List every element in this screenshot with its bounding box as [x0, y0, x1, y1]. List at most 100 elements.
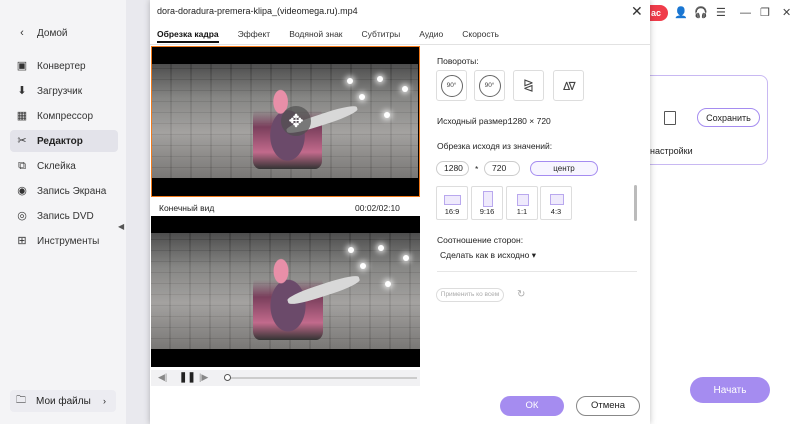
- minimize-icon[interactable]: —: [740, 6, 751, 20]
- crop-values-label: Обрезка исходя из значений:: [437, 141, 553, 151]
- move-crop-icon[interactable]: ✥: [281, 106, 311, 136]
- app-titlebar: ас 👤 🎧 ☰ — ❐ ✕: [650, 0, 800, 26]
- sidebar-item-8[interactable]: ⊞ Инструменты: [10, 230, 118, 252]
- source-size-value: 1280 × 720: [508, 116, 551, 126]
- toolbox-icon: ⊞: [17, 234, 27, 247]
- crop-height-field[interactable]: 720: [484, 161, 520, 176]
- rotate-cw-button[interactable]: 90°: [436, 70, 467, 101]
- next-frame-icon[interactable]: |▶: [199, 372, 208, 383]
- menu-icon[interactable]: ☰: [716, 6, 726, 20]
- playback-controls: ◀| ❚❚ |▶: [151, 370, 420, 386]
- ratio-label: 4:3: [550, 207, 562, 216]
- app-close-icon[interactable]: ✕: [782, 6, 791, 20]
- dialog-close-icon[interactable]: ✕: [631, 3, 643, 20]
- source-size-label: Исходный размер:: [437, 116, 510, 126]
- back-arrow-icon: ‹: [20, 26, 24, 39]
- ratio-label: 16:9: [444, 207, 460, 216]
- collapse-sidebar-icon[interactable]: ◀: [118, 219, 126, 235]
- scissors-icon: ✂: [17, 134, 27, 147]
- crop-separator: *: [475, 164, 479, 174]
- tab-6[interactable]: Скорость: [462, 26, 499, 43]
- background-app-area: [650, 0, 800, 424]
- sidebar-item-label: Конвертер: [37, 60, 86, 72]
- crop-width-field[interactable]: 1280: [436, 161, 469, 176]
- my-files-button[interactable]: 🗀 Мои файлы ›: [10, 390, 116, 412]
- ratio-9-16-button[interactable]: 9:16: [471, 186, 503, 220]
- apply-to-all-button[interactable]: Применить ко всем: [436, 288, 504, 302]
- aspect-ratio-value: Сделать как в исходно: [440, 250, 530, 260]
- sidebar-item-label: Запись Экрана: [37, 185, 107, 197]
- editor-dialog: dora-doradura-premera-klipa_(videomega.r…: [150, 0, 650, 424]
- seek-handle[interactable]: [224, 374, 231, 381]
- document-settings-icon[interactable]: [664, 111, 676, 125]
- converter-icon: ▣: [16, 59, 28, 72]
- sidebar-home[interactable]: ‹ Домой: [10, 22, 118, 44]
- settings-label[interactable]: настройки: [650, 146, 693, 156]
- tab-5[interactable]: Аудио: [419, 26, 443, 43]
- ok-button[interactable]: ОК: [500, 396, 564, 416]
- sidebar-item-label: Запись DVD: [37, 210, 94, 222]
- ratio-16-9-button[interactable]: 16:9: [436, 186, 468, 220]
- aspect-ratio-label: Соотношение сторон:: [437, 235, 524, 245]
- reset-icon[interactable]: ↻: [517, 289, 525, 300]
- user-icon[interactable]: 👤: [674, 6, 688, 20]
- tab-1[interactable]: Обрезка кадра: [157, 26, 219, 43]
- sidebar-item-label: Загрузчик: [37, 85, 83, 97]
- editor-tabs: Обрезка кадра Эффект Водяной знак Субтитры А…: [150, 26, 650, 44]
- sidebar-item-2[interactable]: ⬇ Загрузчик: [10, 80, 118, 102]
- video-frame-result: [151, 233, 420, 349]
- final-view-label: Конечный вид: [159, 203, 215, 213]
- screen-record-icon: ◉: [17, 184, 27, 197]
- promo-badge[interactable]: ас: [650, 5, 668, 21]
- ratio-label: 9:16: [479, 207, 495, 216]
- merge-icon: ⧉: [18, 159, 26, 172]
- sidebar-item-4[interactable]: ✂ Редактор: [10, 130, 118, 152]
- ratio-label: 1:1: [516, 207, 528, 216]
- seek-bar[interactable]: [225, 377, 417, 379]
- pause-icon[interactable]: ❚❚: [179, 372, 196, 383]
- my-files-label: Мои файлы: [36, 395, 91, 407]
- tab-3[interactable]: Водяной знак: [289, 26, 342, 43]
- ratio-1-1-button[interactable]: 1:1: [506, 186, 538, 220]
- flip-vertical-icon: ⧎: [562, 80, 578, 91]
- sidebar-item-3[interactable]: ▦ Компрессор: [10, 105, 118, 127]
- sidebar-item-6[interactable]: ◉ Запись Экрана: [10, 180, 118, 202]
- time-display: 00:02/02:10: [355, 203, 400, 213]
- rotate-ccw-button[interactable]: 90°: [474, 70, 505, 101]
- rotation-label: Повороты:: [437, 56, 479, 66]
- dialog-title: dora-doradura-premera-klipa_(videomega.r…: [157, 6, 358, 16]
- aspect-ratio-select[interactable]: Сделать как в исходно ▾: [440, 250, 536, 261]
- save-button[interactable]: Сохранить: [697, 108, 760, 127]
- previous-frame-icon[interactable]: ◀|: [158, 372, 167, 383]
- flip-horizontal-button[interactable]: ⧎: [513, 70, 544, 101]
- sidebar-item-label: Инструменты: [37, 235, 100, 247]
- rotate-ccw-icon: 90°: [478, 74, 501, 97]
- disc-icon: ◎: [17, 209, 27, 222]
- compress-icon: ▦: [16, 109, 28, 122]
- sidebar-item-5[interactable]: ⧉ Склейка: [10, 155, 118, 177]
- center-button[interactable]: центр: [530, 161, 598, 176]
- folder-icon: 🗀: [16, 394, 26, 406]
- sidebar-home-label: Домой: [37, 27, 68, 39]
- sidebar-item-7[interactable]: ◎ Запись DVD: [10, 205, 118, 227]
- tab-4[interactable]: Субтитры: [362, 26, 401, 43]
- sidebar-item-label: Редактор: [37, 135, 83, 147]
- chevron-right-icon: ›: [103, 396, 106, 406]
- cancel-button[interactable]: Отмена: [576, 396, 640, 416]
- result-preview: [151, 216, 420, 367]
- start-button[interactable]: Начать: [690, 377, 770, 403]
- sidebar-item-1[interactable]: ▣ Конвертер: [10, 55, 118, 77]
- sidebar: ‹ Домой 🗀 Мои файлы › ◀ ▣ Конвертер ⬇ Загру…: [0, 0, 126, 424]
- tabs-divider: [150, 44, 650, 45]
- flip-vertical-button[interactable]: ⧎: [553, 70, 584, 101]
- chevron-down-icon: ▾: [531, 250, 537, 260]
- sidebar-item-label: Компрессор: [37, 110, 94, 122]
- divider: [437, 271, 637, 272]
- download-icon: ⬇: [17, 84, 27, 97]
- headset-icon[interactable]: 🎧: [694, 6, 708, 20]
- restore-icon[interactable]: ❐: [760, 6, 770, 20]
- ratio-4-3-button[interactable]: 4:3: [540, 186, 572, 220]
- panel-scrollbar[interactable]: [634, 185, 637, 221]
- tab-2[interactable]: Эффект: [238, 26, 271, 43]
- rotate-cw-icon: 90°: [440, 74, 463, 97]
